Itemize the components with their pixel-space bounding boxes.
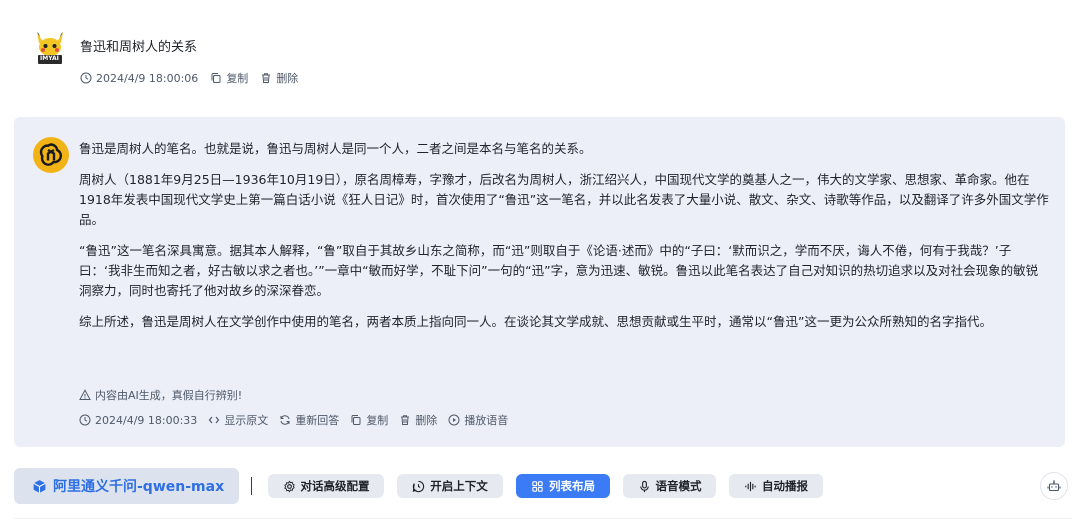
show-source-label: 显示原文: [224, 414, 269, 427]
avatar-label: IMYAI: [40, 55, 59, 62]
clock-icon: [79, 414, 91, 426]
user-question: 鲁迅和周树人的关系: [80, 40, 198, 55]
advanced-config-label: 对话高级配置: [300, 479, 370, 493]
ai-disclaimer-text: 内容由AI生成，真假自行辨别!: [95, 389, 243, 402]
ai-answer: 鲁迅是周树人的笔名。也就是说，鲁迅与周树人是同一个人，二者之间是本名与笔名的关系…: [79, 139, 1049, 343]
ai-timestamp-text: 2024/4/9 18:00:33: [95, 413, 198, 427]
ai-timestamp: 2024/4/9 18:00:33: [79, 414, 197, 427]
sound-wave-icon: [745, 481, 756, 491]
regenerate-button[interactable]: 重新回答: [279, 412, 339, 428]
regenerate-label: 重新回答: [295, 414, 340, 427]
trash-icon: [401, 415, 410, 425]
voice-mode-label: 语音模式: [655, 479, 702, 493]
user-avatar: IMYAI: [34, 30, 66, 66]
ai-disclaimer: 内容由AI生成，真假自行辨别!: [79, 387, 242, 403]
copy-icon: [351, 415, 361, 425]
user-copy-label: 复制: [226, 72, 249, 85]
list-layout-label: 列表布局: [549, 479, 595, 493]
user-copy-button[interactable]: 复制: [210, 70, 248, 86]
openai-logo-icon: [33, 137, 69, 173]
trash-icon: [262, 73, 271, 83]
bottom-divider: [14, 518, 1072, 519]
gear-icon: [283, 480, 295, 492]
ai-message-meta: 2024/4/9 18:00:33 显示原文 重新回答 复制 删除 播放语音: [79, 412, 508, 428]
voice-mode-button[interactable]: 语音模式: [623, 474, 716, 498]
chat-toolbar: 阿里通义千问-qwen-max 对话高级配置 开启上下文 列表布局 语音模式 自…: [14, 468, 1072, 504]
context-toggle-label: 开启上下文: [430, 479, 488, 493]
ai-paragraph: 鲁迅是周树人的笔名。也就是说，鲁迅与周树人是同一个人，二者之间是本名与笔名的关系…: [79, 141, 592, 156]
play-circle-icon: [448, 414, 460, 426]
user-timestamp-text: 2024/4/9 18:00:06: [96, 71, 199, 85]
robot-assistant-button[interactable]: [1040, 472, 1068, 500]
grid-icon: [532, 480, 543, 492]
cube-icon: [33, 479, 46, 493]
ai-copy-button[interactable]: 复制: [350, 412, 388, 428]
context-toggle-button[interactable]: 开启上下文: [397, 474, 503, 498]
code-icon: [209, 416, 220, 424]
ai-message-card: 鲁迅是周树人的笔名。也就是说，鲁迅与周树人是同一个人，二者之间是本名与笔名的关系…: [14, 117, 1065, 447]
user-timestamp: 2024/4/9 18:00:06: [80, 72, 198, 85]
copy-icon: [211, 73, 221, 83]
auto-play-button[interactable]: 自动播报: [729, 474, 823, 498]
microphone-icon: [639, 480, 649, 492]
ai-paragraph: “鲁迅”这一笔名深具寓意。据其本人解释，“鲁”取自于其故乡山东之简称，而“迅”则…: [79, 243, 1039, 298]
clock-icon: [80, 72, 92, 84]
list-layout-button[interactable]: 列表布局: [516, 474, 610, 498]
warning-icon: [79, 389, 91, 400]
model-selector-button[interactable]: 阿里通义千问-qwen-max: [14, 468, 239, 504]
auto-play-label: 自动播报: [762, 479, 808, 493]
advanced-config-button[interactable]: 对话高级配置: [268, 474, 384, 498]
user-delete-label: 删除: [276, 72, 299, 85]
chat-clock-icon: [412, 480, 425, 492]
user-message-meta: 2024/4/9 18:00:06 复制 删除: [80, 70, 298, 86]
user-delete-button[interactable]: 删除: [260, 70, 298, 86]
show-source-button[interactable]: 显示原文: [208, 412, 268, 428]
ai-delete-button[interactable]: 删除: [399, 412, 437, 428]
ai-copy-label: 复制: [366, 414, 389, 427]
model-selector-label: 阿里通义千问-qwen-max: [53, 479, 225, 495]
toolbar-divider: [251, 477, 252, 495]
ai-paragraph: 综上所述，鲁迅是周树人在文学创作中使用的笔名，两者本质上指向同一人。在谈论其文学…: [79, 314, 992, 329]
ai-paragraph: 周树人（1881年9月25日—1936年10月19日），原名周樟寿，字豫才，后改…: [79, 172, 1049, 227]
ai-delete-label: 删除: [415, 414, 438, 427]
robot-icon: [1047, 480, 1061, 492]
refresh-icon: [280, 415, 290, 425]
play-voice-label: 播放语音: [464, 414, 509, 427]
play-voice-button[interactable]: 播放语音: [448, 412, 508, 428]
